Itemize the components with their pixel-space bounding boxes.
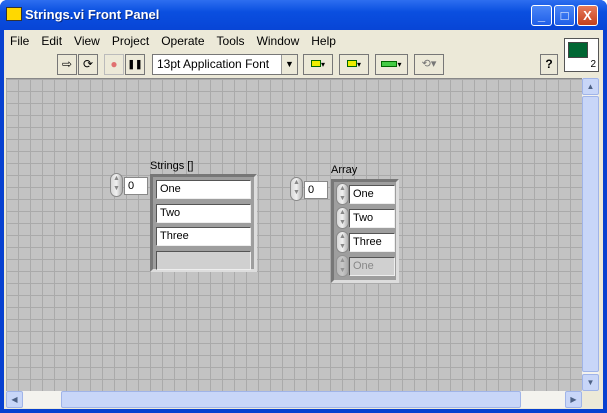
scroll-down-icon[interactable]: ▼: [582, 374, 599, 391]
strings-array-label: Strings []: [150, 160, 194, 172]
array-frame: ▲ ▼ One ▲ ▼ Two ▲ ▼ Three ▲ ▼ One: [331, 179, 399, 283]
window: Strings.vi Front Panel _ □ X File Edit V…: [0, 0, 607, 413]
scroll-left-icon[interactable]: ◀: [6, 391, 23, 408]
array-element[interactable]: One: [156, 180, 251, 199]
run-continuously-icon[interactable]: ⟳: [78, 54, 98, 75]
array-element[interactable]: Three: [156, 227, 251, 246]
chevron-down-icon: ▼: [281, 55, 297, 74]
element-spinner[interactable]: ▲ ▼: [336, 207, 349, 229]
vi-icon: [6, 7, 22, 21]
array-element[interactable]: Three: [349, 233, 395, 252]
distribute-objects-icon[interactable]: ▾: [339, 54, 369, 75]
align-objects-icon[interactable]: ▾: [303, 54, 333, 75]
minimize-button[interactable]: _: [531, 5, 552, 26]
menu-file[interactable]: File: [4, 32, 35, 50]
horizontal-scrollbar[interactable]: ◀ ▶: [6, 391, 582, 408]
front-panel[interactable]: Strings [] ▲ ▼ 0 One Two Three Array ▲ ▼ 0…: [6, 78, 582, 391]
menu-help[interactable]: Help: [305, 32, 342, 50]
menu-bar: File Edit View Project Operate Tools Win…: [4, 32, 342, 50]
strings-array-frame: One Two Three: [150, 174, 257, 272]
font-select[interactable]: 13pt Application Font ▼: [152, 54, 298, 75]
strings-index-field[interactable]: 0: [124, 177, 148, 195]
abort-icon[interactable]: ●: [104, 54, 124, 75]
pause-icon[interactable]: ❚❚: [125, 54, 145, 75]
index-spinner[interactable]: ▲ ▼: [290, 177, 303, 201]
element-spinner[interactable]: ▲ ▼: [336, 231, 349, 253]
vertical-scroll-thumb[interactable]: [582, 96, 599, 372]
connector-pane-icon[interactable]: 2: [564, 38, 599, 72]
element-spinner[interactable]: ▲ ▼: [336, 183, 349, 205]
maximize-button[interactable]: □: [554, 5, 575, 26]
index-spinner[interactable]: ▲ ▼: [110, 173, 123, 197]
font-value: 13pt Application Font: [157, 57, 270, 71]
menu-project[interactable]: Project: [106, 32, 155, 50]
menu-operate[interactable]: Operate: [155, 32, 210, 50]
toolbar: ⇨ ⟳ ● ❚❚ 13pt Application Font ▼ ▾ ▾ ▾ ⟲▾…: [4, 52, 560, 78]
run-icon[interactable]: ⇨: [57, 54, 77, 75]
array-label: Array: [331, 164, 358, 176]
client-area: File Edit View Project Operate Tools Win…: [4, 30, 603, 409]
reorder-icon[interactable]: ⟲▾: [414, 54, 444, 75]
scroll-up-icon[interactable]: ▲: [582, 78, 599, 95]
resize-objects-icon[interactable]: ▾: [375, 54, 408, 75]
array-element[interactable]: Two: [349, 209, 395, 228]
array-index-field[interactable]: 0: [304, 181, 328, 199]
array-element-default[interactable]: One: [349, 257, 395, 276]
window-title: Strings.vi Front Panel: [25, 7, 160, 22]
array-element[interactable]: One: [349, 185, 395, 204]
menu-window[interactable]: Window: [251, 32, 306, 50]
vertical-scrollbar[interactable]: ▲ ▼: [582, 78, 599, 391]
close-button[interactable]: X: [577, 5, 598, 26]
scroll-right-icon[interactable]: ▶: [565, 391, 582, 408]
title-bar[interactable]: Strings.vi Front Panel _ □ X: [0, 0, 607, 30]
menu-edit[interactable]: Edit: [35, 32, 68, 50]
array-element-empty[interactable]: [156, 251, 251, 270]
help-icon[interactable]: ?: [540, 54, 558, 75]
menu-view[interactable]: View: [68, 32, 106, 50]
menu-tools[interactable]: Tools: [211, 32, 251, 50]
element-spinner[interactable]: ▲ ▼: [336, 255, 349, 277]
array-element[interactable]: Two: [156, 204, 251, 223]
horizontal-scroll-thumb[interactable]: [61, 391, 521, 408]
connector-label: 2: [590, 59, 596, 70]
